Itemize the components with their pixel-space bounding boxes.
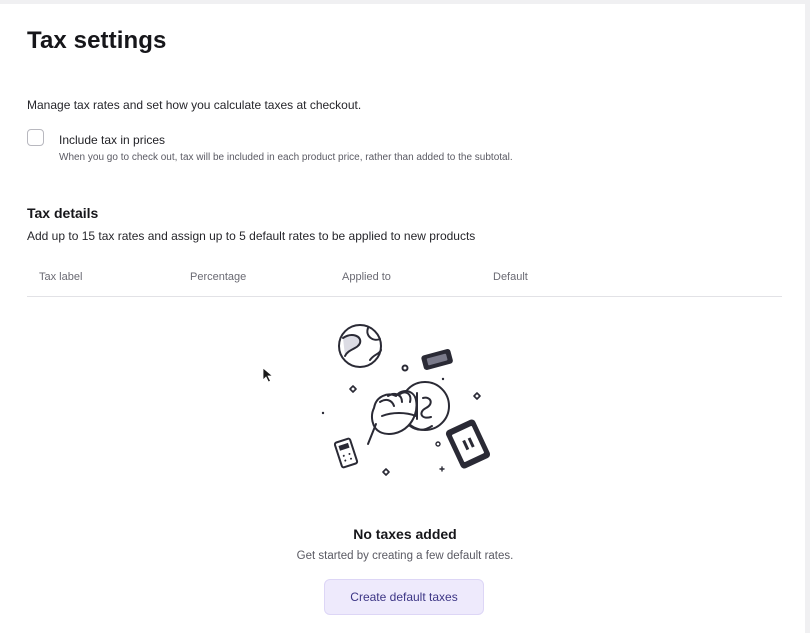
tax-table-header: Tax label Percentage Applied to Default	[27, 266, 782, 297]
column-header-percentage: Percentage	[190, 271, 247, 283]
empty-state-illustration	[321, 324, 491, 476]
include-tax-help-text: When you go to check out, tax will be in…	[59, 152, 513, 163]
include-tax-label[interactable]: Include tax in prices	[59, 133, 165, 147]
empty-state-title: No taxes added	[353, 526, 457, 542]
empty-state-description: Get started by creating a few default ra…	[296, 550, 514, 562]
column-header-applied-to: Applied to	[342, 271, 391, 283]
include-tax-checkbox[interactable]	[27, 129, 44, 146]
intro-text: Manage tax rates and set how you calcula…	[27, 98, 362, 112]
tax-details-description: Add up to 15 tax rates and assign up to …	[27, 229, 476, 243]
column-header-tax-label: Tax label	[39, 271, 83, 283]
tax-settings-page: Tax settings Manage tax rates and set ho…	[0, 4, 805, 633]
mouse-cursor-icon	[262, 367, 274, 383]
tax-details-title: Tax details	[27, 205, 99, 221]
column-header-default: Default	[493, 271, 528, 283]
page-title: Tax settings	[27, 27, 167, 54]
create-default-taxes-button[interactable]: Create default taxes	[324, 579, 484, 615]
